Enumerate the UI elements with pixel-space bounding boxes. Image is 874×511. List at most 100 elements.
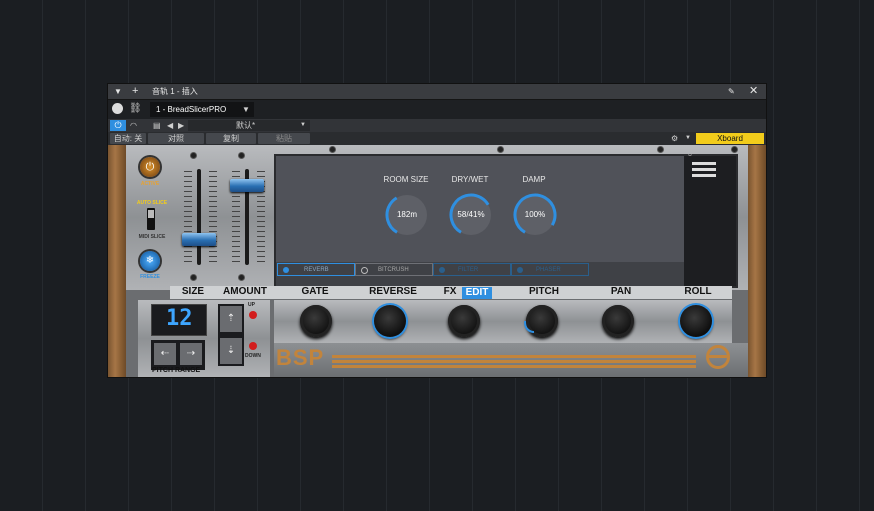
down-arrow-button[interactable]: ⇣	[220, 338, 242, 364]
screw	[191, 275, 196, 280]
screw	[191, 153, 196, 158]
pin-icon[interactable]: ✎	[728, 84, 735, 99]
tab-filter[interactable]: FILTER	[433, 263, 511, 276]
tab-led	[517, 267, 523, 273]
up-arrow-button[interactable]: ⇡	[220, 306, 242, 332]
pitch-range-label: PITCH RANGE	[152, 367, 201, 374]
plugin-icon[interactable]	[112, 103, 123, 114]
active-label: ACTIVE	[140, 181, 160, 187]
tab-reverb[interactable]: REVERB	[277, 263, 355, 276]
prev-preset-icon[interactable]: ◀	[167, 119, 173, 132]
size-fader[interactable]	[182, 232, 216, 246]
bsp-emblem-icon	[706, 345, 730, 369]
room-size-knob[interactable]: 182m	[385, 193, 429, 237]
fx-knob[interactable]	[448, 305, 480, 337]
screw	[658, 147, 663, 152]
pitch-knob[interactable]	[524, 305, 558, 337]
tab-label: BITCRUSH	[378, 267, 409, 273]
screw	[732, 147, 737, 152]
left-arrow-button[interactable]: ⇠	[154, 343, 176, 365]
edit-button[interactable]: EDIT	[462, 287, 492, 299]
window-title: 音轨 1 - 插入	[152, 87, 198, 96]
right-arrow-button[interactable]: ⇢	[180, 343, 202, 365]
midi-slice-label: MIDI SLICE	[138, 234, 166, 240]
arrow-button-group: ⇠ ⇢	[151, 340, 205, 370]
copy-button[interactable]: 复制	[206, 133, 256, 144]
up-down-group: ⇡ ⇣	[218, 304, 244, 366]
reverse-header: REVERSE	[369, 286, 417, 297]
amount-fader[interactable]	[230, 178, 264, 192]
gear-icon[interactable]: ⚙	[671, 132, 678, 145]
preset-row: ⏻ ◠ ▤ ◀ ▶ 默认* ▼	[108, 119, 766, 132]
lcd-display: 12	[151, 304, 207, 336]
lcd-value: 12	[166, 306, 193, 331]
pitch-arc	[524, 321, 534, 333]
tab-led	[283, 267, 289, 273]
chevron-down-icon: ▼	[300, 122, 306, 128]
hamburger-menu-icon	[692, 174, 716, 177]
auto-slice-switch[interactable]	[147, 208, 155, 230]
screw	[239, 275, 244, 280]
reverse-knob[interactable]	[374, 305, 406, 337]
size-header: SIZE	[181, 286, 205, 297]
pan-knob[interactable]	[602, 305, 634, 337]
compare-button[interactable]: 对照	[148, 133, 204, 144]
next-preset-icon[interactable]: ▶	[178, 119, 184, 132]
chevron-down-icon[interactable]: ▼	[685, 132, 691, 145]
auto-button[interactable]: 自动: 关	[110, 133, 146, 144]
paste-button[interactable]: 粘贴	[258, 133, 310, 144]
up-led	[249, 311, 257, 319]
knob-rail	[274, 300, 732, 343]
freeze-snowflake-icon[interactable]: ❄	[140, 251, 160, 271]
amount-header: AMOUNT	[223, 286, 267, 297]
tab-label: REVERB	[304, 267, 329, 273]
fx-panel: x ROOM SIZE 182m DRY/WET 58/41% DAMP 100…	[274, 152, 738, 288]
gate-header: GATE	[301, 286, 329, 297]
gate-knob[interactable]	[300, 305, 332, 337]
tab-phaser[interactable]: PHASER	[511, 263, 589, 276]
plugin-body: ⏻ ACTIVE AUTO SLICE MIDI SLICE ❄ FREEZE	[108, 145, 766, 377]
roll-knob[interactable]	[680, 305, 712, 337]
switch-handle	[148, 210, 154, 218]
room-size-value: 182m	[396, 210, 417, 219]
fx-side-panel	[684, 156, 736, 286]
damp-knob[interactable]: 100%	[513, 193, 557, 237]
routing-icon[interactable]: ⛓	[129, 103, 142, 114]
damp-value: 100%	[524, 210, 546, 219]
emblem-bar	[708, 355, 728, 358]
add-icon[interactable]: +	[132, 84, 138, 99]
plugin-window: ▼ + 音轨 1 - 插入 ✎ ✕ ⛓ 1 - BreadSlicerPRO ▼…	[108, 84, 766, 377]
monitor-icon[interactable]: ◠	[130, 119, 137, 132]
dry-wet-value: 58/41%	[457, 210, 485, 219]
close-icon[interactable]: ✕	[749, 84, 758, 99]
pitch-range-panel: 12 ⇠ ⇢ ⇡ ⇣ UP DOWN PITCH RANGE	[138, 300, 270, 377]
fader-scale	[209, 171, 217, 263]
fader-scale	[184, 171, 192, 263]
tab-led	[439, 267, 445, 273]
active-power-button[interactable]: ⏻	[140, 157, 160, 177]
fader-track-left	[197, 169, 201, 265]
tab-led	[361, 267, 368, 274]
hamburger-menu-icon	[692, 168, 716, 171]
hamburger-menu-icon[interactable]	[692, 162, 716, 165]
plugin-select-row: ⛓ 1 - BreadSlicerPRO ▼	[108, 100, 766, 119]
title-bar: ▼ + 音轨 1 - 插入 ✎ ✕	[108, 84, 766, 100]
dry-wet-knob[interactable]: 58/41%	[449, 193, 493, 237]
up-label: UP	[248, 302, 255, 308]
control-header-strip: SIZE AMOUNT GATE REVERSE FX EDIT PITCH P…	[170, 286, 732, 299]
plugin-selector[interactable]: 1 - BreadSlicerPRO ▼	[150, 102, 254, 117]
tab-bitcrush[interactable]: BITCRUSH	[355, 263, 433, 276]
menu-arrow-icon[interactable]: ▼	[114, 84, 122, 99]
preset-field[interactable]: 默认* ▼	[188, 120, 310, 131]
xboard-button[interactable]: Xboard	[696, 133, 764, 144]
roll-header: ROLL	[684, 286, 712, 297]
wood-side-right	[748, 145, 766, 377]
edit-row: 自动: 关 对照 复制 粘贴 ⚙ ▼ Xboard	[108, 132, 766, 145]
tab-label: FILTER	[458, 267, 479, 273]
decor-line	[332, 365, 696, 368]
screw	[498, 147, 503, 152]
power-icon[interactable]: ⏻	[110, 120, 126, 131]
preset-menu-icon[interactable]: ▤	[153, 119, 161, 132]
down-label: DOWN	[245, 353, 261, 359]
freeze-label: FREEZE	[140, 274, 160, 280]
